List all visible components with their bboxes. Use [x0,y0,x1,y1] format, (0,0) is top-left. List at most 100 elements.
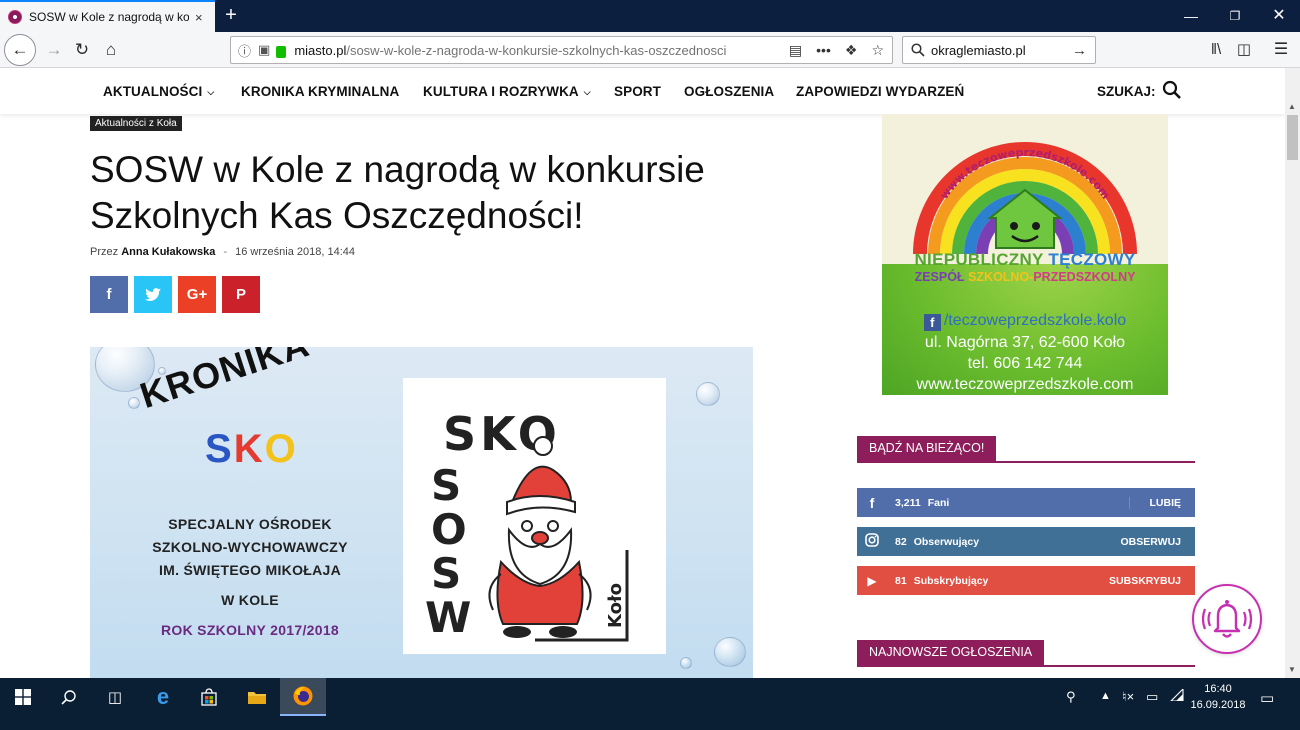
menu-item-sport[interactable]: SPORT [614,84,661,99]
youtube-play-icon: ▶ [867,573,877,588]
scroll-up-icon[interactable]: ▲ [1288,102,1296,111]
back-button[interactable]: ← [4,34,36,66]
action-center-icon[interactable]: ▭ [1260,689,1274,707]
reader-view-icon[interactable]: ▤ [789,42,802,59]
ad-phone: tel. 606 142 744 [967,355,1083,372]
search-bar[interactable]: okraglemiasto.pl → [902,36,1096,64]
reload-button[interactable]: ↻ [68,36,96,64]
share-facebook-button[interactable]: f [90,276,128,313]
library-icon[interactable]: ‖\ [1202,36,1230,64]
ad-address: ul. Nagórna 37, 62-600 Koło [924,334,1126,351]
volume-muted-icon[interactable]: ♮× [1122,689,1134,705]
tab-strip: SOSW w Kole z nagrodą w konk × + — ❐ ✕ [0,0,1300,32]
menu-item-label: AKTUALNOŚCI [103,84,203,99]
taskbar-search-button[interactable] [46,678,92,716]
page-actions-button[interactable]: ••• [816,42,831,59]
address-bar[interactable]: ⓘ ▣ miasto.pl/sosw-w-kole-z-nagroda-w-ko… [230,36,893,64]
menu-item-label: OGŁOSZENIA [684,84,775,99]
people-icon[interactable]: ⚲ [1066,689,1076,705]
minimize-icon[interactable]: — [1168,0,1214,32]
system-clock[interactable]: 16:40 16.09.2018 [1188,681,1248,713]
scroll-down-icon[interactable]: ▼ [1288,665,1296,674]
hero-line: SPECJALNY OŚRODEK [168,516,332,532]
url-path: /sosw-w-kole-z-nagroda-w-konkursie-szkol… [346,42,727,58]
follow-section-title: BĄDŹ NA BIEŻĄCO! [857,436,997,461]
social-youtube-row[interactable]: ▶ 81 Subskrybujący SUBSKRYBUJ [857,566,1195,595]
bookmark-star-icon[interactable]: ☆ [871,42,884,59]
sidebar-ad-banner[interactable]: www.teczoweprzedszkole.com NIEPUBLICZNY … [882,114,1168,395]
permissions-icon[interactable]: ▣ [258,42,270,58]
meta-separator: - [223,246,228,258]
hero-line: SZKOLNO-WYCHOWAWCZY [152,539,348,555]
url-text[interactable]: miasto.pl/sosw-w-kole-z-nagroda-w-konkur… [294,43,749,58]
notification-bell-button[interactable] [1192,584,1262,654]
social-count: 82 [895,535,907,548]
sidebar-toggle-icon[interactable]: ◫ [1230,36,1258,64]
article-hero-image: KRONIKA SKO SPECJALNY OŚRODEK SZKOLNO-WY… [90,347,753,678]
social-facebook-row[interactable]: f 3,211 Fani LUBIĘ [857,488,1195,517]
drawing-letter: S [431,461,461,510]
site-info-icon[interactable]: ⓘ [238,41,251,60]
instagram-icon [857,533,887,550]
menu-item-zapowiedzi[interactable]: ZAPOWIEDZI WYDARZEŃ [796,84,964,99]
menu-item-label: SPORT [614,84,662,99]
scrollbar-thumb[interactable] [1287,115,1298,160]
menu-item-ogloszenia[interactable]: OGŁOSZENIA [684,84,774,99]
menu-item-aktualnosci[interactable]: AKTUALNOŚCI ⌵ [103,84,214,99]
category-badge[interactable]: Aktualności z Koła [90,116,182,131]
site-search-icon[interactable] [1162,80,1182,100]
battery-icon[interactable]: ▭ [1146,689,1158,705]
sko-letter: K [233,427,265,471]
menu-item-label: KULTURA I ROZRYWKA [423,84,579,99]
like-button[interactable]: LUBIĘ [1128,496,1181,509]
bubble-decor [696,382,720,406]
edge-icon[interactable]: e [140,678,186,716]
social-label: Fani [927,496,950,509]
lock-icon [276,46,287,58]
share-pinterest-button[interactable]: P [222,276,260,313]
ad-website: www.teczoweprzedszkole.com [916,376,1134,393]
menu-item-kronika[interactable]: KRONIKA KRYMINALNA [241,84,399,99]
social-count: 81 [895,574,907,587]
bell-icon [1201,600,1253,638]
hero-line: W KOLE [221,592,279,608]
search-value: okraglemiasto.pl [931,42,1026,58]
browser-tab-active[interactable]: SOSW w Kole z nagrodą w konk × [0,0,215,32]
article-title-line2: Szkolnych Kas Oszczędności! [90,195,584,236]
wifi-icon[interactable] [1169,687,1184,704]
ad-facebook-line: f/teczoweprzedszkole.kolo [882,312,1168,331]
share-twitter-button[interactable] [134,276,172,313]
pinterest-icon: P [235,286,246,303]
start-button[interactable] [0,678,46,716]
window-close-icon[interactable]: ✕ [1256,0,1300,32]
facebook-icon: f [869,494,875,511]
tab-title: SOSW w Kole z nagrodą w konk [29,10,189,24]
restore-icon[interactable]: ❐ [1212,0,1258,32]
follow-button[interactable]: OBSERWUJ [1121,536,1181,548]
home-icon[interactable]: ⌂ [97,36,125,64]
store-icon[interactable] [186,678,232,716]
tab-close-icon[interactable]: × [195,10,203,25]
author-link[interactable]: Anna Kułakowska [121,246,215,258]
hero-sko-logo: SKO [205,427,298,472]
forward-button[interactable]: → [40,36,68,64]
task-view-icon[interactable]: ◫ [92,678,138,716]
ad-school-name: NIEPUBLICZNY TĘCZOWY [882,250,1168,270]
ad-facebook-handle: /teczoweprzedszkole.kolo [943,312,1127,329]
new-tab-button[interactable]: + [220,4,242,26]
bubble-decor [128,397,140,409]
search-go-icon[interactable]: → [1072,42,1087,59]
ad-name-part: TĘCZOWY [1048,250,1136,269]
firefox-taskbar-icon[interactable] [280,678,326,716]
by-label: Przez [90,246,119,258]
subscribe-button[interactable]: SUBSKRYBUJ [1109,575,1181,587]
tray-expand-icon[interactable]: ▲ [1100,690,1111,702]
search-icon [911,43,925,57]
hamburger-menu-icon[interactable]: ☰ [1267,36,1295,64]
menu-item-kultura[interactable]: KULTURA I ROZRYWKA ⌵ [423,84,591,99]
social-instagram-row[interactable]: 82 Obserwujący OBSERWUJ [857,527,1195,556]
menu-item-label: KRONIKA KRYMINALNA [241,84,400,99]
pocket-icon[interactable]: ❖ [845,42,858,59]
share-google-plus-button[interactable]: G+ [178,276,216,313]
file-explorer-icon[interactable] [234,678,280,716]
